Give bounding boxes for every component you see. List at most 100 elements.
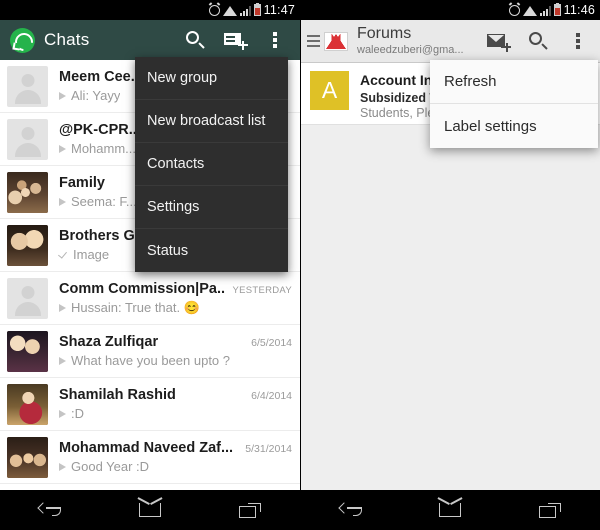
chat-preview: Good Year :D: [71, 459, 150, 474]
overflow-menu-button[interactable]: [560, 22, 596, 60]
sent-indicator-icon: [59, 462, 66, 471]
alarm-icon: [208, 4, 220, 16]
sent-indicator-icon: [59, 303, 66, 312]
alarm-icon: [508, 4, 520, 16]
overflow-menu-icon: [273, 32, 277, 48]
recents-icon: [539, 502, 562, 518]
account-email: waleedzuberi@gma...: [357, 43, 464, 56]
chat-row-body: Mohammad Naveed Zaf... 5/31/2014 Good Ye…: [59, 440, 292, 474]
chat-preview: Hussain: True that. 😊: [71, 299, 200, 315]
sent-indicator-icon: [59, 356, 66, 365]
menu-item-contacts[interactable]: Contacts: [135, 143, 288, 186]
chat-preview: Ali: Yayy: [71, 88, 121, 103]
search-icon: [529, 32, 548, 50]
android-navigation-bar-right: [301, 490, 600, 530]
chat-row-body: Shaza Zulfiqar 6/5/2014 What have you be…: [59, 334, 292, 368]
signal-icon: [539, 5, 551, 16]
avatar: [7, 330, 48, 372]
back-icon: [37, 502, 61, 517]
action-bar-buttons: [177, 21, 293, 59]
home-icon: [439, 503, 462, 517]
home-button[interactable]: [121, 495, 179, 525]
avatar: A: [310, 71, 349, 110]
back-button[interactable]: [21, 495, 79, 525]
chat-timestamp: 6/5/2014: [251, 337, 292, 349]
whatsapp-panel: 11:47 Chats Meem Cee... Ali: Yayy @PK-CP…: [0, 0, 300, 530]
chat-preview: :D: [71, 406, 84, 421]
chat-name: Shaza Zulfiqar: [59, 334, 159, 350]
sent-indicator-icon: [59, 91, 66, 100]
compose-icon: [487, 33, 511, 52]
menu-item-settings[interactable]: Settings: [135, 186, 288, 229]
read-receipt-icon: [59, 250, 68, 259]
chat-name: Shamilah Rashid: [59, 387, 176, 403]
chat-list-item[interactable]: Shamilah Rashid 6/4/2014 :D: [0, 378, 300, 431]
chat-preview: Mohamm...: [71, 141, 137, 156]
back-button[interactable]: [322, 495, 380, 525]
chat-row-body: Comm Commission|Pa... YESTERDAY Hussain:…: [59, 281, 292, 316]
whatsapp-logo-icon: [10, 27, 35, 53]
wifi-icon: [222, 6, 237, 16]
compose-button[interactable]: [480, 22, 516, 60]
menu-item-label-settings[interactable]: Label settings: [430, 104, 598, 148]
sent-indicator-icon: [59, 197, 66, 206]
new-chat-icon: [224, 32, 248, 50]
search-icon: [186, 31, 205, 49]
battery-icon: [253, 3, 261, 16]
whatsapp-action-bar: Chats: [0, 20, 300, 60]
search-button[interactable]: [177, 21, 213, 59]
chat-preview: Seema: F...: [71, 194, 137, 209]
avatar: [7, 118, 48, 160]
recents-icon: [239, 502, 261, 518]
chat-name: Mohammad Naveed Zaf...: [59, 440, 234, 456]
chat-preview: Image: [73, 247, 110, 262]
page-title: Chats: [44, 30, 90, 49]
chat-row-body: Shamilah Rashid 6/4/2014 :D: [59, 387, 292, 421]
status-bar-left: 11:47: [0, 0, 300, 20]
whatsapp-overflow-menu[interactable]: New group New broadcast list Contacts Se…: [135, 57, 288, 272]
overflow-menu-button[interactable]: [257, 21, 293, 59]
gmail-action-bar: Forums waleedzuberi@gma...: [301, 20, 600, 63]
status-bar-right: 11:46: [301, 0, 600, 20]
avatar: [7, 224, 48, 266]
chat-timestamp: 5/31/2014: [245, 443, 292, 455]
gmail-panel: 11:46 Forums waleedzuberi@gma... A Accou…: [300, 0, 600, 530]
overflow-menu-icon: [576, 33, 580, 49]
chat-list-item[interactable]: Mohammad Naveed Zaf... 5/31/2014 Good Ye…: [0, 431, 300, 484]
sent-indicator-icon: [59, 409, 66, 418]
avatar: [7, 436, 48, 478]
page-title: Forums: [357, 25, 412, 43]
recents-button[interactable]: [521, 495, 579, 525]
avatar: [7, 277, 48, 319]
status-bar-clock: 11:46: [563, 3, 595, 17]
chat-list-item[interactable]: Shaza Zulfiqar 6/5/2014 What have you be…: [0, 325, 300, 378]
avatar: [7, 65, 48, 107]
menu-item-status[interactable]: Status: [135, 229, 288, 272]
avatar: [7, 171, 48, 213]
wifi-icon: [522, 6, 537, 16]
status-icons: [208, 3, 261, 16]
new-chat-button[interactable]: [217, 21, 253, 59]
hamburger-menu-icon[interactable]: [307, 34, 320, 48]
status-icons: [508, 3, 561, 16]
dual-screenshot-comparison: 11:47 Chats Meem Cee... Ali: Yayy @PK-CP…: [0, 0, 600, 530]
menu-item-refresh[interactable]: Refresh: [430, 60, 598, 104]
gmail-logo-icon: [324, 31, 348, 51]
menu-item-new-group[interactable]: New group: [135, 57, 288, 100]
battery-icon: [553, 3, 561, 16]
android-navigation-bar-left: [0, 490, 300, 530]
recents-button[interactable]: [221, 495, 279, 525]
chat-list-item[interactable]: Comm Commission|Pa... YESTERDAY Hussain:…: [0, 272, 300, 325]
signal-icon: [239, 5, 251, 16]
action-bar-buttons: [480, 22, 596, 60]
chat-name: Comm Commission|Pa...: [59, 280, 227, 297]
sent-indicator-icon: [59, 144, 66, 153]
menu-item-new-broadcast-list[interactable]: New broadcast list: [135, 100, 288, 143]
chat-preview: What have you been upto ?: [71, 353, 231, 368]
status-bar-clock: 11:47: [263, 3, 295, 17]
home-button[interactable]: [421, 495, 479, 525]
chat-timestamp: YESTERDAY: [232, 284, 292, 296]
search-button[interactable]: [520, 22, 556, 60]
gmail-overflow-menu[interactable]: Refresh Label settings: [430, 60, 598, 148]
chat-timestamp: 6/4/2014: [251, 390, 292, 402]
